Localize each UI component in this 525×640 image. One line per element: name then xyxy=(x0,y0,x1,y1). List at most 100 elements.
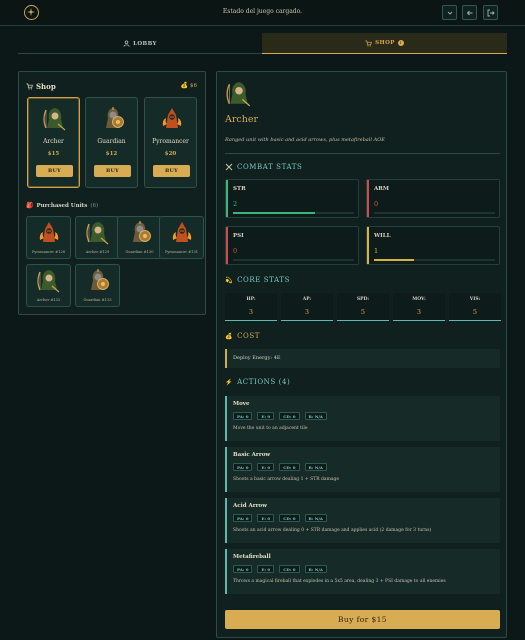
action-tag: R: N/A xyxy=(304,412,327,420)
combat-stats-title: COMBAT STATS xyxy=(225,163,302,171)
logout-button[interactable] xyxy=(483,5,498,20)
buy-unit-button[interactable]: Buy for $15 xyxy=(225,610,500,629)
arrow-left-icon xyxy=(466,10,473,16)
action-name: Metafireball xyxy=(233,554,271,560)
stat-psi: PSI 0 xyxy=(225,226,359,265)
tab-shop-badge: ! xyxy=(397,40,404,46)
action-card: Acid Arrow PA: 0 E: 0 CD: 0 R: N/A Shoots an … xyxy=(225,498,500,543)
action-name: Basic Arrow xyxy=(233,452,271,458)
action-description: Throws a magical fireball that explodes … xyxy=(233,579,446,584)
stat-bar xyxy=(374,259,495,261)
back-button[interactable] xyxy=(462,5,477,20)
card-portrait xyxy=(160,106,184,132)
action-name: Move xyxy=(233,401,250,407)
tab-shop[interactable]: SHOP ! xyxy=(262,33,507,54)
core-stat-ap: AP: 3 xyxy=(281,293,333,321)
shop-title-label: Shop xyxy=(36,82,56,91)
purchased-title-label: Purchased Units xyxy=(36,202,88,209)
purchased-unit-label: Guardian #133 xyxy=(83,298,112,302)
action-tags: PA: 0 E: 0 CD: 0 R: N/A xyxy=(233,565,327,573)
stat-value: 0 xyxy=(233,247,238,255)
cost-text: Deploy Energy: 4E xyxy=(233,355,281,361)
core-stat-label: HP: xyxy=(246,297,256,302)
unit-portrait xyxy=(170,220,194,246)
card-buy-button[interactable]: BUY xyxy=(36,165,73,177)
stat-value: 2 xyxy=(233,200,238,208)
chevron-down-icon xyxy=(447,11,453,15)
tab-lobby-label: LOBBY xyxy=(133,40,157,47)
action-tag: E: 0 xyxy=(257,514,275,522)
purchased-unit-label: Guardian #130 xyxy=(125,250,154,254)
guardian-portrait-icon xyxy=(133,221,151,242)
action-tag: R: N/A xyxy=(304,514,327,522)
core-stat-label: AP: xyxy=(302,297,312,302)
purchased-unit[interactable]: Pyromancer #131 xyxy=(159,216,204,259)
action-card: Move PA: 0 E: 0 CD: 0 R: N/A Move the unit to… xyxy=(225,396,500,441)
purchased-unit[interactable]: Guardian #130 xyxy=(117,216,162,259)
core-stat-vis: VIS: 5 xyxy=(449,293,501,321)
crossed-swords-icon xyxy=(225,163,233,171)
action-tags: PA: 0 E: 0 CD: 0 R: N/A xyxy=(233,463,327,471)
core-stats-title: 💫 CORE STATS xyxy=(225,276,290,284)
cost-title-label: COST xyxy=(237,332,261,340)
logout-icon xyxy=(487,9,495,17)
action-tags: PA: 0 E: 0 CD: 0 R: N/A xyxy=(233,412,327,420)
core-stat-spd: SPD: 5 xyxy=(337,293,389,321)
combat-title-label: COMBAT STATS xyxy=(237,163,303,171)
stat-value: 0 xyxy=(374,200,379,208)
actions-title: ⚡ ACTIONS (4) xyxy=(225,378,290,386)
stat-accent xyxy=(226,180,228,217)
divider xyxy=(225,153,500,154)
shop-panel: Shop 💰 $6 Archer $15 BUY Guardian $12 BUY Pyro… xyxy=(18,71,206,315)
purchased-unit-label: Pyromancer #128 xyxy=(31,250,66,254)
core-title-label: CORE STATS xyxy=(237,276,290,284)
action-description: Shoots a basic arrow dealing 1 + STR dam… xyxy=(233,477,340,482)
purchased-unit[interactable]: Guardian #133 xyxy=(75,264,120,307)
archer-portrait-icon xyxy=(226,82,251,107)
chevron-down-button[interactable] xyxy=(442,5,457,20)
card-name: Pyromancer xyxy=(152,138,189,145)
action-description: Move the unit to an adjacent tile xyxy=(233,426,308,431)
card-price: $12 xyxy=(105,151,118,157)
unit-name: Archer xyxy=(225,114,259,125)
lightning-icon: ⚡ xyxy=(225,378,234,386)
stat-label: ARM xyxy=(374,186,389,192)
purchased-units-title: 🎒 Purchased Units (6) xyxy=(26,202,98,209)
tab-lobby[interactable]: LOBBY xyxy=(18,33,262,54)
card-buy-button[interactable]: BUY xyxy=(94,165,131,177)
backpack-icon: 🎒 xyxy=(26,202,34,209)
stat-accent xyxy=(367,180,369,217)
stat-label: PSI xyxy=(233,233,244,239)
purchased-unit[interactable]: Archer #129 xyxy=(75,216,120,259)
action-tag: PA: 0 xyxy=(233,412,253,420)
shop-card-archer[interactable]: Archer $15 BUY xyxy=(27,97,80,188)
shop-card-pyromancer[interactable]: Pyromancer $20 BUY xyxy=(144,97,197,188)
gold-amount: $6 xyxy=(190,82,197,89)
core-stat-label: MOV: xyxy=(412,297,426,302)
core-stat-value: 5 xyxy=(360,308,366,316)
stat-bar xyxy=(233,259,354,261)
archer-portrait-icon xyxy=(86,222,109,245)
tab-bar: LOBBY SHOP ! xyxy=(18,33,507,54)
purchased-count: (6) xyxy=(90,202,99,209)
card-price: $20 xyxy=(164,151,177,157)
shop-card-guardian[interactable]: Guardian $12 BUY xyxy=(85,97,138,188)
action-tag: R: N/A xyxy=(304,463,327,471)
core-stat-value: 3 xyxy=(248,308,254,316)
money-bag-icon: 💰 xyxy=(180,82,188,89)
purchased-unit[interactable]: Archer #132 xyxy=(26,264,71,307)
archer-portrait-icon xyxy=(43,108,66,131)
action-tag: PA: 0 xyxy=(233,565,253,573)
stat-bar-fill xyxy=(233,212,316,214)
purchased-unit[interactable]: Pyromancer #128 xyxy=(26,216,71,259)
user-icon xyxy=(123,40,130,47)
card-price: $15 xyxy=(47,151,60,157)
action-tags: PA: 0 E: 0 CD: 0 R: N/A xyxy=(233,514,327,522)
action-tag: E: 0 xyxy=(257,463,275,471)
stat-label: WILL xyxy=(374,233,391,239)
stat-bar xyxy=(374,212,495,214)
stat-arm: ARM 0 xyxy=(366,179,500,218)
cart-icon xyxy=(26,83,33,90)
purchased-unit-label: Archer #132 xyxy=(36,298,61,302)
card-buy-button[interactable]: BUY xyxy=(153,165,190,177)
